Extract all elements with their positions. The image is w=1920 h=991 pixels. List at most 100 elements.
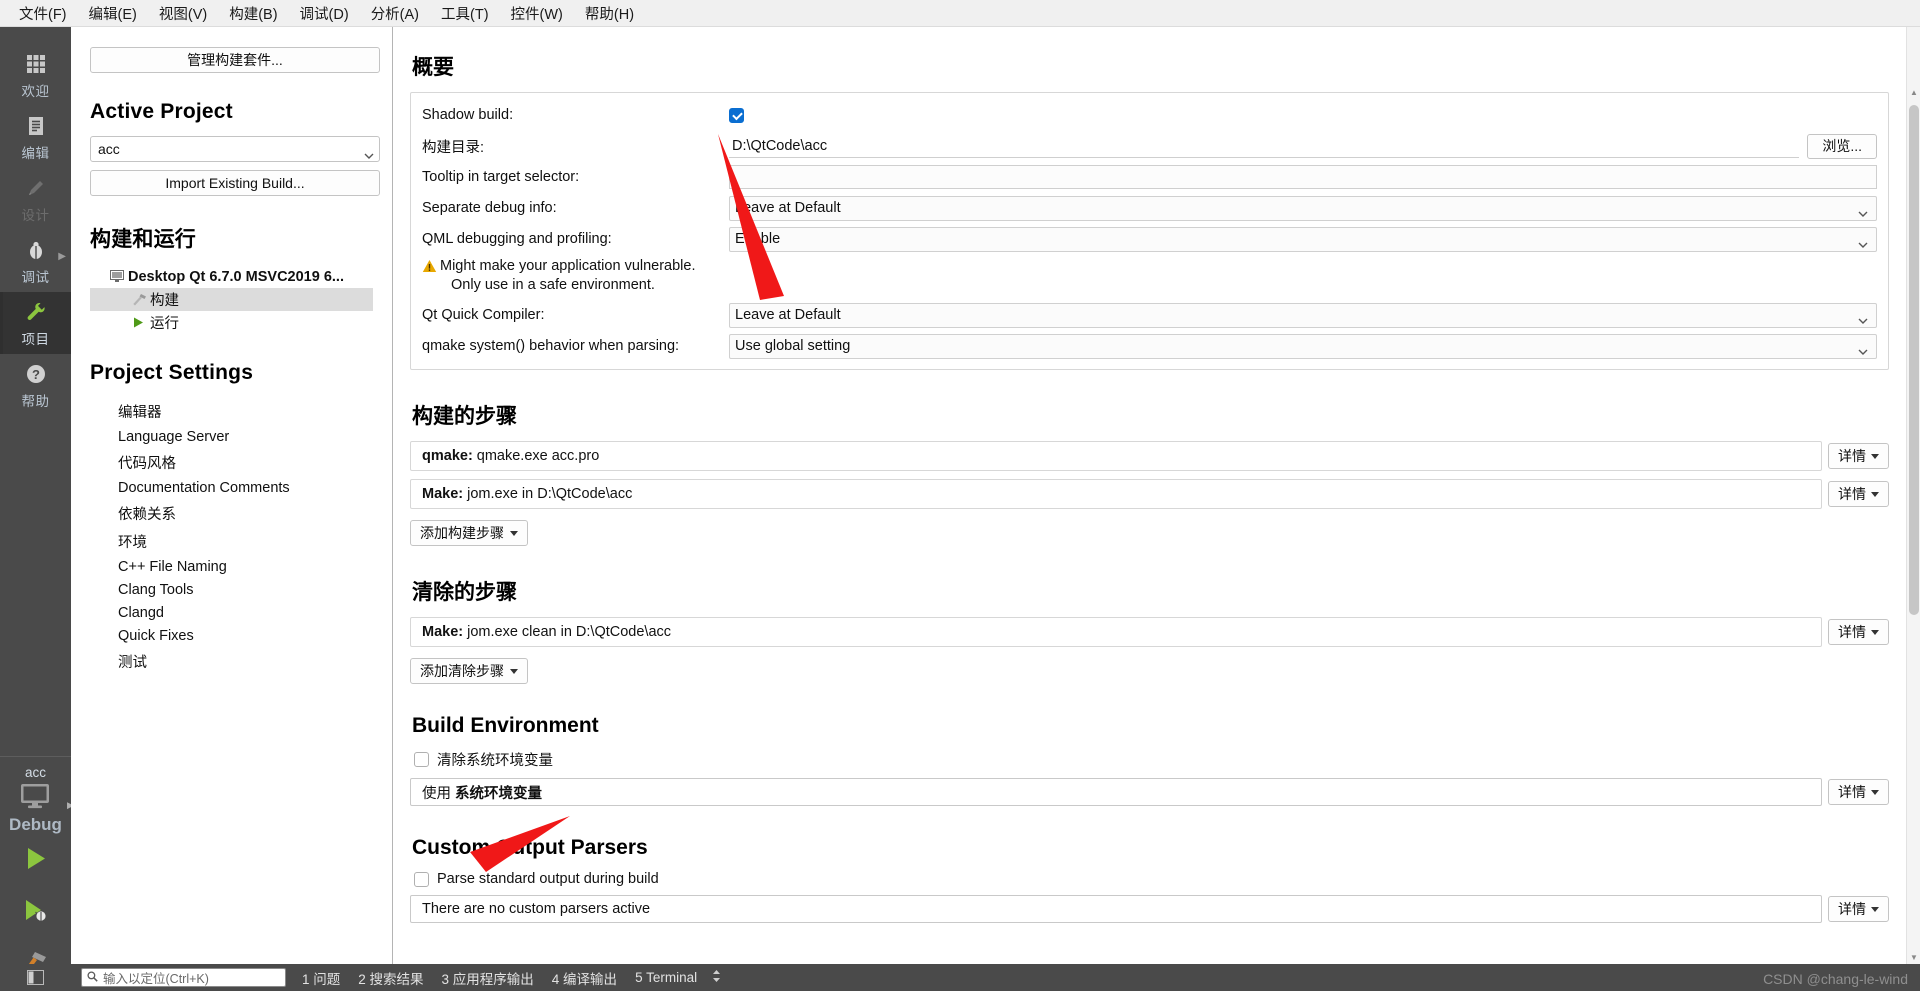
ps-item-environment[interactable]: 环境	[90, 527, 373, 555]
output-button-application-output[interactable]: 3 应用程序输出	[442, 968, 534, 988]
warning-line-1: Might make your application vulnerable.	[440, 258, 696, 274]
sidebar-item-welcome[interactable]: 欢迎	[0, 44, 71, 106]
parse-stdout-checkbox[interactable]	[414, 871, 429, 887]
ps-item-language-server[interactable]: Language Server	[90, 425, 373, 448]
build-directory-input[interactable]	[729, 134, 1800, 158]
caret-down-icon	[1871, 453, 1879, 459]
menu-view[interactable]: 视图(V)	[148, 0, 218, 28]
sidebar-item-projects[interactable]: 项目	[0, 292, 71, 354]
build-step-qmake-box[interactable]: qmake: qmake.exe acc.pro	[410, 441, 1822, 471]
ps-item-clangd[interactable]: Clangd	[90, 601, 373, 624]
output-pane-updown-icon[interactable]	[711, 969, 722, 986]
build-environment-details-label: 详情	[1838, 784, 1866, 800]
build-step-qmake-value: qmake.exe acc.pro	[476, 448, 600, 464]
qmake-system-select[interactable]: Use global setting	[729, 333, 1877, 359]
manage-kits-button[interactable]: 管理构建套件...	[90, 47, 380, 73]
add-build-step-button[interactable]: 添加构建步骤	[410, 520, 528, 546]
output-button-search-results[interactable]: 2 搜索结果	[358, 968, 423, 988]
output-button-compile-output[interactable]: 4 编译输出	[552, 968, 617, 988]
output-button-issues[interactable]: 1 问题	[302, 968, 340, 988]
qml-warning: Might make your application vulnerable. …	[422, 257, 1877, 295]
build-environment-row: 使用 系统环境变量 详情	[410, 778, 1889, 806]
menu-edit[interactable]: 编辑(E)	[78, 0, 148, 28]
scroll-down-arrow-icon[interactable]: ▼	[1907, 950, 1920, 964]
clean-step-make-box[interactable]: Make: jom.exe clean in D:\QtCode\acc	[410, 617, 1822, 647]
tooltip-input[interactable]	[729, 165, 1877, 189]
build-step-qmake-details-button[interactable]: 详情	[1828, 443, 1889, 469]
separate-debug-info-row: Separate debug info: Leave at Default	[422, 195, 1877, 221]
sidebar-label-help: 帮助	[21, 393, 50, 409]
parse-stdout-label: Parse standard output during build	[437, 871, 659, 887]
tree-item-build[interactable]: 构建	[90, 288, 373, 311]
pencil-icon	[25, 175, 47, 201]
sidebar-toggle-button[interactable]	[0, 964, 71, 991]
chevron-right-icon[interactable]: ▶	[58, 251, 66, 262]
ps-item-editor[interactable]: 编辑器	[90, 397, 373, 425]
sidebar-item-debug[interactable]: 调试 ▶	[0, 230, 71, 292]
menu-file[interactable]: 文件(F)	[8, 0, 78, 28]
locator-search-box[interactable]: 输入以定位(Ctrl+K)	[81, 968, 286, 987]
scrollbar-thumb[interactable]	[1909, 105, 1919, 615]
shadow-build-row: Shadow build:	[422, 102, 1877, 128]
separate-debug-info-select[interactable]: Leave at Default	[729, 195, 1877, 221]
clean-step-make-details-button[interactable]: 详情	[1828, 619, 1889, 645]
build-step-make-details-button[interactable]: 详情	[1828, 481, 1889, 507]
caret-down-icon	[510, 530, 518, 536]
browse-button[interactable]: 浏览...	[1807, 133, 1877, 159]
main-vertical-scrollbar[interactable]: ▲ ▼	[1906, 27, 1920, 964]
menu-analyze[interactable]: 分析(A)	[360, 0, 430, 28]
ps-item-code-style[interactable]: 代码风格	[90, 448, 373, 476]
target-build-config: Debug	[9, 815, 62, 834]
build-environment-box[interactable]: 使用 系统环境变量	[410, 778, 1822, 806]
sidebar-label-projects: 项目	[21, 331, 50, 347]
import-existing-build-button[interactable]: Import Existing Build...	[90, 170, 380, 196]
svg-text:?: ?	[32, 367, 40, 382]
menu-debug[interactable]: 调试(D)	[289, 0, 360, 28]
qt-quick-compiler-value: Leave at Default	[735, 307, 841, 323]
tree-item-kit[interactable]: Desktop Qt 6.7.0 MSVC2019 6...	[90, 265, 373, 288]
menu-widgets[interactable]: 控件(W)	[500, 0, 574, 28]
play-icon	[22, 845, 49, 877]
debug-button[interactable]	[0, 887, 71, 939]
ps-item-quick-fixes[interactable]: Quick Fixes	[90, 624, 373, 647]
menu-tools[interactable]: 工具(T)	[430, 0, 500, 28]
ps-item-clang-tools[interactable]: Clang Tools	[90, 578, 373, 601]
summary-heading: 概要	[412, 56, 454, 79]
custom-parsers-box[interactable]: There are no custom parsers active	[410, 895, 1822, 923]
target-project-name: acc	[24, 765, 46, 780]
ps-item-cpp-file-naming[interactable]: C++ File Naming	[90, 555, 373, 578]
ps-item-dependencies[interactable]: 依赖关系	[90, 499, 373, 527]
question-circle-icon: ?	[25, 361, 47, 387]
ps-item-documentation-comments[interactable]: Documentation Comments	[90, 476, 373, 499]
menu-bar: 文件(F) 编辑(E) 视图(V) 构建(B) 调试(D) 分析(A) 工具(T…	[0, 0, 1920, 27]
ps-item-testing[interactable]: 测试	[90, 647, 373, 675]
custom-parsers-details-button[interactable]: 详情	[1828, 896, 1889, 922]
warning-line-2: Only use in a safe environment.	[451, 277, 655, 293]
tree-item-run[interactable]: 运行	[90, 311, 373, 334]
chevron-down-icon	[1858, 343, 1868, 359]
scroll-up-arrow-icon[interactable]: ▲	[1907, 85, 1920, 99]
output-button-terminal[interactable]: 5 Terminal	[635, 970, 697, 985]
shadow-build-checkbox[interactable]	[729, 107, 744, 123]
clear-system-env-checkbox[interactable]	[414, 752, 429, 767]
qml-debugging-select[interactable]: Enable	[729, 226, 1877, 252]
sidebar-item-design[interactable]: 设计	[0, 168, 71, 230]
build-step-make: Make: jom.exe in D:\QtCode\acc 详情	[410, 479, 1889, 509]
run-button[interactable]	[0, 835, 71, 887]
build-step-make-box[interactable]: Make: jom.exe in D:\QtCode\acc	[410, 479, 1822, 509]
active-project-heading: Active Project	[90, 100, 233, 123]
build-step-make-name: Make:	[422, 486, 464, 502]
qt-quick-compiler-select[interactable]: Leave at Default	[729, 302, 1877, 328]
build-step-qmake: qmake: qmake.exe acc.pro 详情	[410, 441, 1889, 471]
sidebar-item-edit[interactable]: 编辑	[0, 106, 71, 168]
menu-help[interactable]: 帮助(H)	[574, 0, 645, 28]
add-clean-step-button[interactable]: 添加清除步骤	[410, 658, 528, 684]
target-kit-button[interactable]: ▶ Debug	[9, 782, 74, 835]
menu-build[interactable]: 构建(B)	[218, 0, 288, 28]
active-project-select[interactable]: acc	[90, 136, 380, 162]
sidebar-item-help[interactable]: ? 帮助	[0, 354, 71, 416]
build-environment-heading: Build Environment	[412, 714, 599, 737]
build-environment-details-button[interactable]: 详情	[1828, 779, 1889, 805]
sidebar-label-debug: 调试	[21, 269, 50, 285]
